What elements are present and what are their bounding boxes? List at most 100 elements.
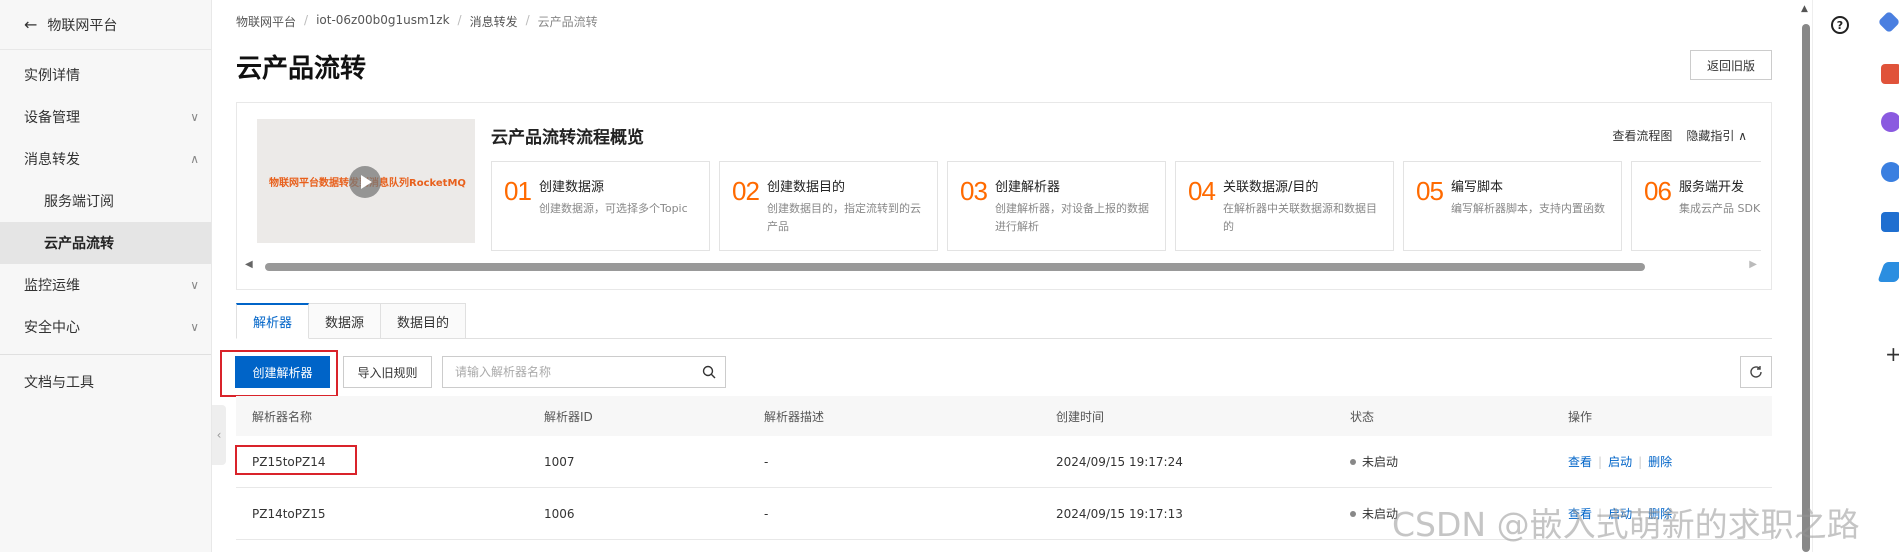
operations-cell: 查看 | 启动 | 删除 [1552, 505, 1772, 522]
scroll-left-icon[interactable]: ◀ [245, 259, 253, 270]
chevron-up-icon: ∧ [190, 152, 199, 166]
sidebar-item-instance-detail[interactable]: 实例详情 [0, 54, 211, 96]
parser-desc: - [764, 454, 769, 469]
step-title: 服务端开发 [1679, 180, 1745, 195]
back-to-platform[interactable]: ← 物联网平台 [0, 0, 211, 50]
column-header: 解析器ID [544, 409, 593, 424]
sidebar-item-label: 服务端订阅 [44, 194, 114, 210]
step-title: 创建数据目的 [767, 180, 846, 195]
step-desc: 创建数据源，可选择多个Topic [539, 202, 688, 215]
sidebar-item-label: 监控运维 [24, 278, 80, 294]
overview-links: 查看流程图 隐藏指引 ∧ [1612, 127, 1747, 144]
table-row: PZ15toPZ14 1007 - 2024/09/15 19:17:24 未启… [236, 436, 1772, 488]
step-number: 03 [960, 176, 988, 206]
op-separator: | [1598, 455, 1603, 469]
view-link[interactable]: 查看 [1568, 455, 1592, 469]
breadcrumb-separator: / [304, 13, 309, 27]
game-icon[interactable] [1881, 112, 1899, 132]
op-separator: | [1598, 507, 1603, 521]
arrow-left-icon: ← [24, 15, 38, 34]
table-row: PZ14toPZ15 1006 - 2024/09/15 19:17:13 未启… [236, 488, 1772, 540]
delete-link[interactable]: 删除 [1648, 507, 1672, 521]
horizontal-scrollbar[interactable] [265, 263, 1645, 271]
view-link[interactable]: 查看 [1568, 507, 1592, 521]
delete-link[interactable]: 删除 [1648, 455, 1672, 469]
status-dot-icon [1350, 458, 1356, 465]
back-label: 物联网平台 [47, 17, 118, 34]
outlook-icon[interactable] [1881, 212, 1899, 232]
create-parser-button[interactable]: 创建解析器 [235, 356, 330, 388]
breadcrumb-separator: / [525, 13, 530, 27]
tab-parser[interactable]: 解析器 [236, 303, 310, 339]
sidebar-item-server-subscription[interactable]: 服务端订阅 [0, 180, 211, 222]
video-thumbnail[interactable]: 物联网平台数据转发到消息队列RocketMQ [257, 119, 475, 243]
refresh-button[interactable] [1740, 356, 1772, 388]
send-icon[interactable] [1877, 262, 1899, 282]
back-old-version-button[interactable]: 返回旧版 [1690, 50, 1772, 80]
sidebar-item-label: 云产品流转 [44, 236, 114, 252]
chevron-down-icon: ∨ [190, 320, 199, 334]
step-title: 创建解析器 [995, 180, 1061, 195]
step-desc: 在解析器中关联数据源和数据目的 [1223, 202, 1377, 233]
status-cell: 未启动 [1334, 505, 1552, 522]
import-old-rules-button[interactable]: 导入旧规则 [343, 356, 432, 388]
sidebar-item-cloud-product-flow[interactable]: 云产品流转 [0, 222, 211, 264]
sidebar-collapse-handle[interactable]: ‹ [212, 405, 226, 465]
step-card: 04 关联数据源/目的 在解析器中关联数据源和数据目的 [1175, 161, 1394, 251]
view-flowchart-link[interactable]: 查看流程图 [1612, 127, 1672, 144]
sidebar-item-label: 实例详情 [24, 68, 80, 84]
status-text: 未启动 [1362, 455, 1399, 469]
tab-data-destination[interactable]: 数据目的 [381, 303, 467, 339]
sidebar-item-monitoring[interactable]: 监控运维 ∨ [0, 264, 211, 306]
scroll-up-icon[interactable]: ▲ [1801, 4, 1808, 14]
overview-title: 云产品流转流程概览 [491, 128, 644, 148]
parser-name: PZ14toPZ15 [252, 506, 326, 521]
op-separator: | [1638, 507, 1643, 521]
start-link[interactable]: 启动 [1608, 455, 1632, 469]
search-box [442, 356, 726, 388]
browser-extension-icon[interactable] [1877, 10, 1899, 34]
sidebar-item-message-forwarding[interactable]: 消息转发 ∧ [0, 138, 211, 180]
search-input[interactable] [443, 357, 683, 387]
search-icon[interactable] [701, 364, 717, 380]
sidebar-item-security-center[interactable]: 安全中心 ∨ [0, 306, 211, 348]
step-number: 01 [504, 176, 532, 206]
created-time: 2024/09/15 19:17:24 [1056, 454, 1183, 469]
toolbox-icon[interactable] [1881, 64, 1899, 84]
column-header: 状态 [1350, 409, 1375, 424]
sidebar-item-label: 消息转发 [24, 152, 80, 168]
chevron-down-icon: ∨ [190, 278, 199, 292]
play-icon[interactable] [349, 166, 381, 198]
breadcrumb-item[interactable]: iot-06z00b0g1usm1zk [316, 13, 449, 30]
steps-list: 01 创建数据源 创建数据源，可选择多个Topic 02 创建数据目的 创建数据… [491, 161, 1761, 251]
hide-guide-link[interactable]: 隐藏指引 ∧ [1686, 127, 1747, 144]
start-link[interactable]: 启动 [1608, 507, 1632, 521]
sidebar-item-device-management[interactable]: 设备管理 ∨ [0, 96, 211, 138]
breadcrumb-item[interactable]: 消息转发 [470, 13, 518, 30]
step-card: 05 编写脚本 编写解析器脚本，支持内置函数 [1403, 161, 1622, 251]
copilot-icon[interactable] [1881, 162, 1899, 182]
status-text: 未启动 [1362, 507, 1399, 521]
scrollbar-thumb[interactable] [1802, 24, 1810, 552]
step-number: 04 [1188, 176, 1216, 206]
sidebar-item-label: 文档与工具 [24, 375, 94, 391]
status-dot-icon [1350, 510, 1356, 517]
main-content: 物联网平台 / iot-06z00b0g1usm1zk / 消息转发 / 云产品… [220, 0, 1772, 552]
scroll-right-icon[interactable]: ▶ [1749, 259, 1757, 270]
vertical-scrollbar[interactable]: ▲ [1801, 0, 1811, 552]
plus-icon[interactable]: + [1885, 342, 1899, 366]
step-card: 02 创建数据目的 创建数据目的，指定流转到的云产品 [719, 161, 938, 251]
sidebar-item-docs-tools[interactable]: 文档与工具 [0, 361, 211, 403]
help-icon[interactable]: ? [1831, 16, 1849, 34]
refresh-icon [1750, 366, 1762, 378]
tab-data-source[interactable]: 数据源 [309, 303, 382, 339]
status-cell: 未启动 [1334, 453, 1552, 470]
step-desc: 编写解析器脚本，支持内置函数 [1451, 202, 1605, 215]
breadcrumb-item[interactable]: 物联网平台 [236, 13, 296, 30]
step-card: 06 服务端开发 集成云产品 SDK 程序 [1631, 161, 1761, 251]
step-card: 03 创建解析器 创建解析器，对设备上报的数据进行解析 [947, 161, 1166, 251]
column-header: 操作 [1568, 409, 1593, 424]
op-separator: | [1638, 455, 1643, 469]
tab-bar: 解析器 数据源 数据目的 [236, 303, 1772, 339]
column-header: 创建时间 [1056, 409, 1105, 424]
